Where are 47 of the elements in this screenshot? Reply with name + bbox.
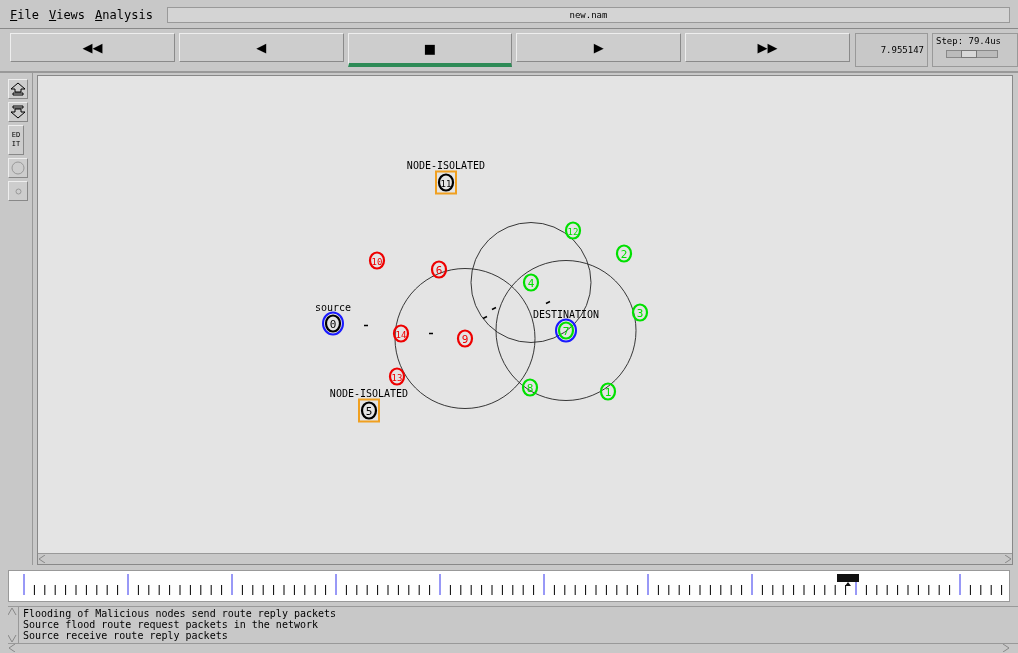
scroll-right-icon[interactable] — [1002, 644, 1010, 652]
slider-thumb[interactable] — [961, 50, 978, 58]
playback-button[interactable]: ▶ — [516, 33, 682, 62]
time-marker-icon[interactable] — [837, 574, 859, 586]
scroll-left-icon[interactable] — [8, 644, 16, 652]
network-node[interactable]: 11 — [435, 170, 457, 195]
node-label: NODE-ISOLATED — [329, 387, 409, 399]
packet-mark — [428, 332, 434, 335]
scroll-up-icon[interactable] — [8, 607, 17, 616]
circle-icon — [14, 187, 22, 195]
circle-tool-button[interactable] — [8, 158, 28, 178]
network-node[interactable]: 6 — [430, 260, 448, 279]
down-arrow-icon — [10, 105, 26, 119]
network-node[interactable]: 0 — [322, 311, 344, 336]
scroll-down-icon[interactable] — [8, 634, 17, 643]
playback-button[interactable]: ▶▶ — [685, 33, 850, 62]
timeline-ruler[interactable] — [23, 573, 1003, 596]
network-node[interactable]: 13 — [388, 367, 406, 386]
node-label: source — [314, 301, 352, 313]
menu-item[interactable]: File — [8, 8, 41, 22]
network-node[interactable]: 10 — [368, 251, 386, 270]
window-title: new.nam — [166, 7, 1010, 23]
time-display: 7.955147 — [855, 33, 928, 67]
menu-item[interactable]: Views — [46, 8, 88, 22]
playback-button[interactable]: ■ — [347, 33, 513, 67]
annotation-entry[interactable]: Flooding of Malicious nodes send route reply packets — [23, 608, 337, 619]
dot-tool-button[interactable] — [8, 181, 28, 201]
network-node[interactable]: 5 — [358, 398, 380, 423]
zoom-in-button[interactable] — [8, 79, 28, 99]
up-arrow-icon — [10, 82, 26, 96]
network-node[interactable]: 9 — [456, 329, 474, 348]
menu-item[interactable]: Analysis — [93, 8, 155, 22]
annotation-entry[interactable]: Source receive route reply packets — [23, 630, 337, 641]
network-node[interactable]: 14 — [392, 324, 410, 343]
playback-button[interactable]: ◀◀ — [10, 33, 175, 62]
packet-mark — [363, 324, 369, 327]
zoom-out-button[interactable] — [8, 102, 28, 122]
packet-mark — [545, 300, 551, 305]
playback-button[interactable]: ◀ — [178, 33, 344, 62]
node-label: NODE-ISOLATED — [406, 159, 486, 171]
step-slider[interactable] — [946, 50, 998, 58]
annotation-entry[interactable]: Source flood route request packets in the network — [23, 619, 337, 630]
node-label: DESTINATION — [532, 308, 600, 320]
scroll-left-icon[interactable] — [38, 555, 46, 563]
circle-icon — [11, 161, 25, 175]
scroll-right-icon[interactable] — [1004, 555, 1012, 563]
step-label: Step: 79.4us — [936, 36, 1002, 46]
